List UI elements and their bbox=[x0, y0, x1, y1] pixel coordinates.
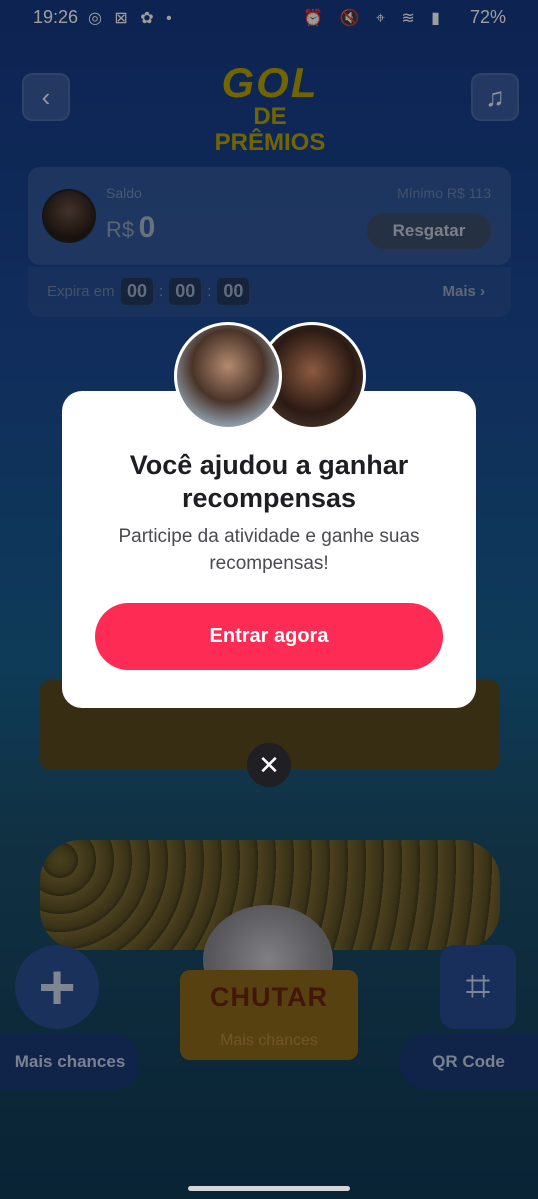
close-icon: ✕ bbox=[258, 749, 280, 780]
modal-body: Participe da atividade e ganhe suas reco… bbox=[118, 526, 420, 574]
close-button[interactable]: ✕ bbox=[247, 743, 291, 787]
avatar bbox=[174, 322, 282, 430]
enter-now-button[interactable]: Entrar agora bbox=[95, 603, 443, 670]
modal-title: Você ajudou a ganhar recompensas bbox=[129, 450, 409, 513]
helper-avatars bbox=[174, 322, 366, 430]
home-indicator[interactable] bbox=[188, 1186, 350, 1191]
reward-modal: Você ajudou a ganhar recompensas Partici… bbox=[62, 391, 476, 708]
